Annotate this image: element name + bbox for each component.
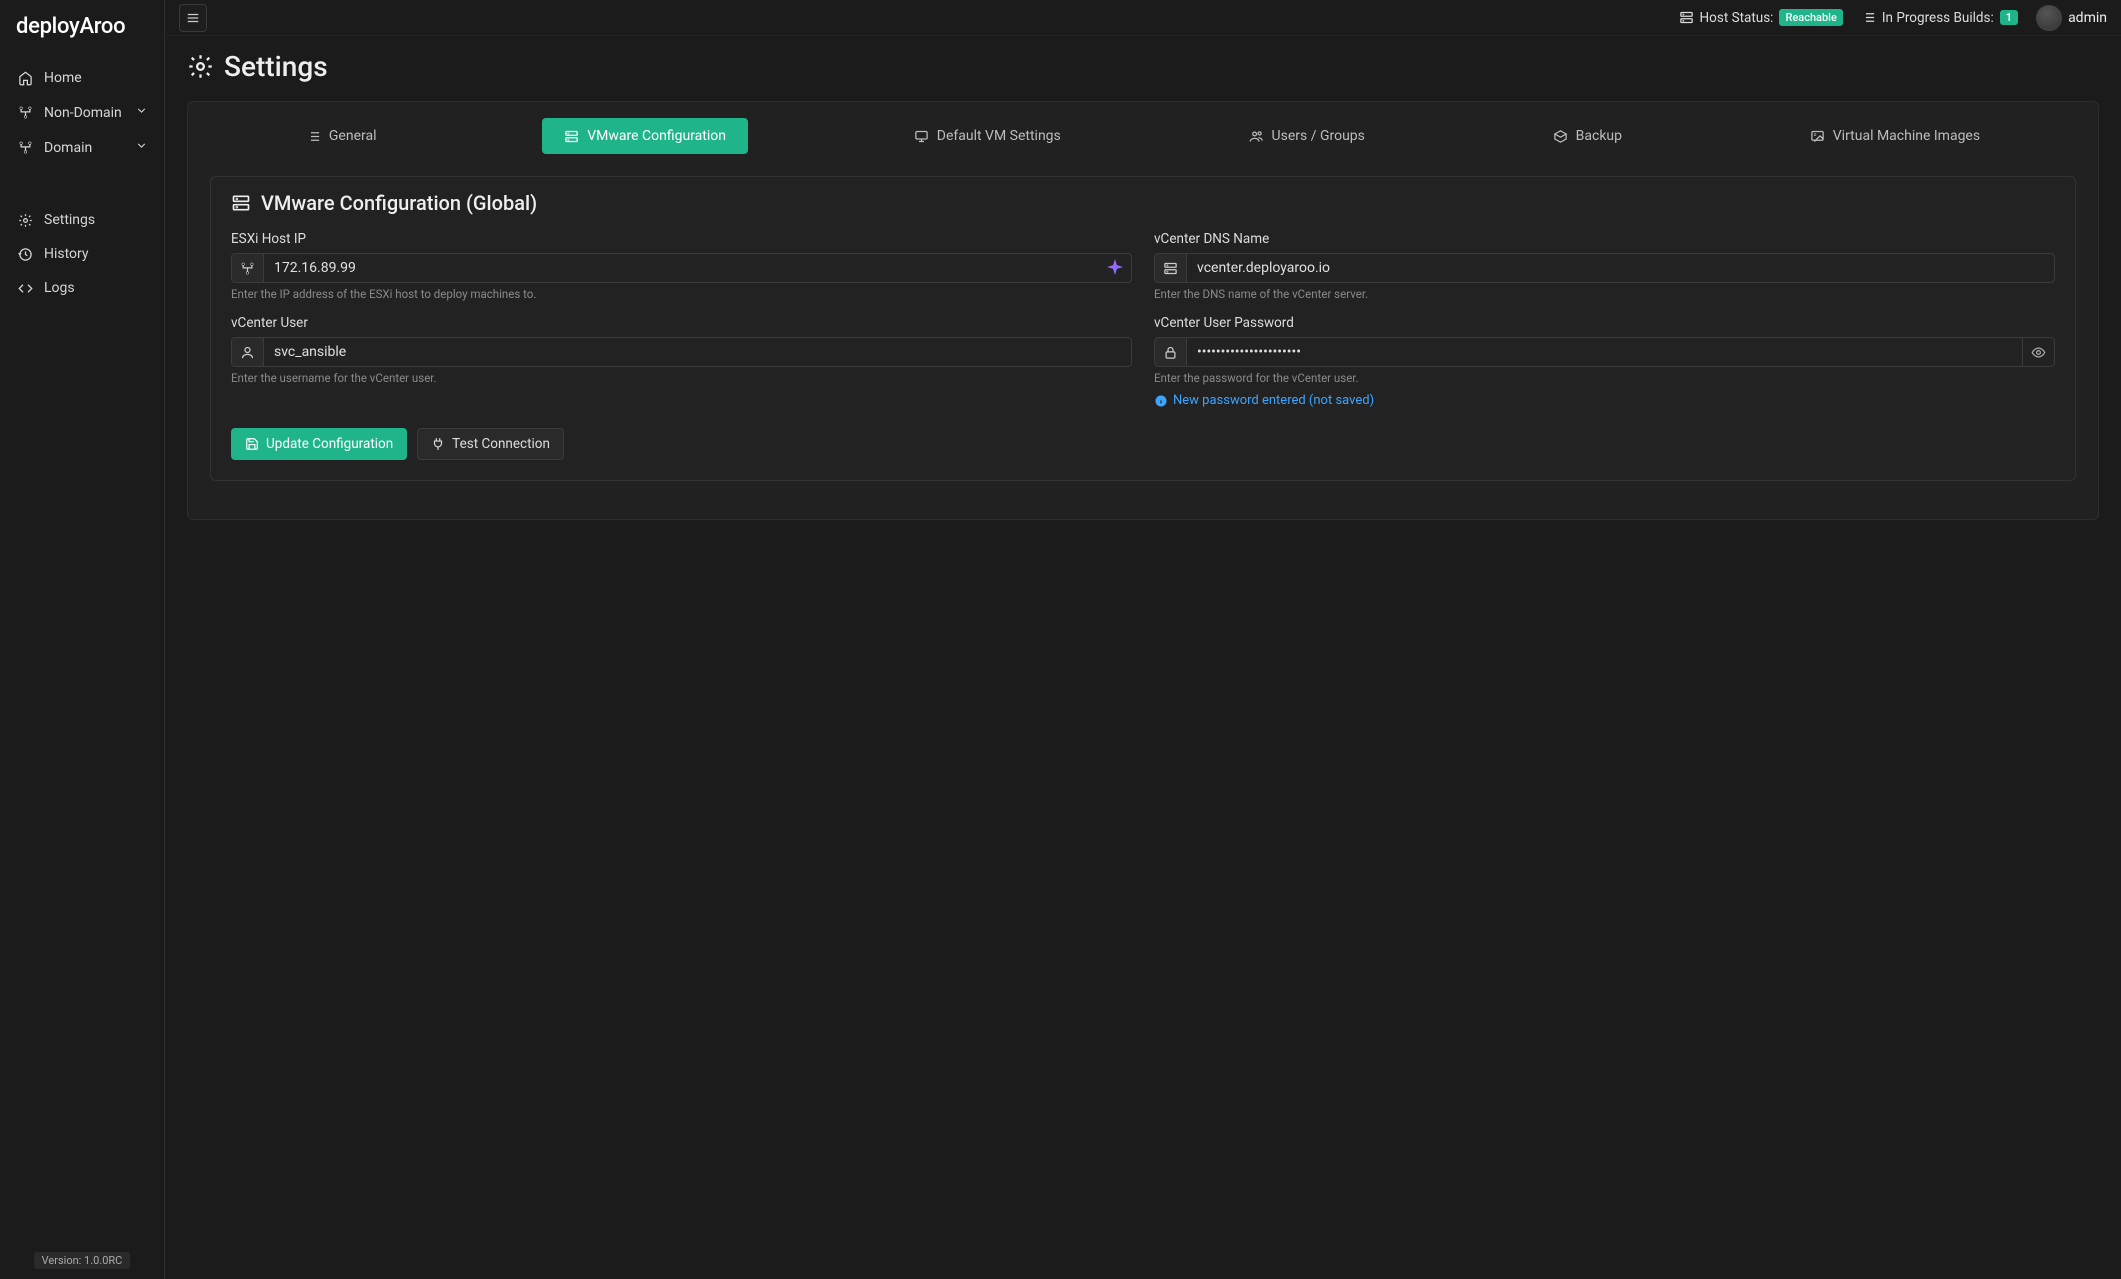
- vcenter-password-input[interactable]: [1187, 338, 2022, 366]
- history-icon: [16, 247, 34, 262]
- vcenter-user-input[interactable]: [264, 338, 1131, 366]
- field-label: vCenter User: [231, 315, 1132, 331]
- tab-default-vm-settings[interactable]: Default VM Settings: [892, 118, 1083, 154]
- tab-users-groups[interactable]: Users / Groups: [1227, 118, 1387, 154]
- toggle-password-visibility-button[interactable]: [2022, 338, 2054, 366]
- main-content: Settings General VMware Configuration De…: [165, 0, 2121, 542]
- field-label: vCenter DNS Name: [1154, 231, 2055, 247]
- gear-icon: [16, 213, 34, 228]
- server-icon: [564, 129, 579, 144]
- test-connection-button[interactable]: Test Connection: [417, 428, 564, 460]
- users-icon: [1249, 129, 1264, 144]
- server-icon: [231, 193, 251, 213]
- save-icon: [245, 437, 259, 451]
- sidebar-item-settings[interactable]: Settings: [0, 203, 164, 237]
- settings-card: General VMware Configuration Default VM …: [187, 101, 2099, 520]
- settings-tabs: General VMware Configuration Default VM …: [188, 118, 2098, 154]
- field-label: ESXi Host IP: [231, 231, 1132, 247]
- tab-label: Users / Groups: [1272, 128, 1365, 144]
- tab-vm-images[interactable]: Virtual Machine Images: [1788, 118, 2002, 154]
- brand-logo: deployAroo: [0, 0, 164, 57]
- sidebar-item-history[interactable]: History: [0, 237, 164, 271]
- page-title-text: Settings: [224, 50, 328, 83]
- gears-icon: [187, 53, 214, 80]
- host-status-badge: Reachable: [1779, 9, 1842, 26]
- sidebar-item-non-domain[interactable]: Non-Domain: [0, 95, 164, 130]
- username: admin: [2068, 10, 2107, 26]
- in-progress-builds[interactable]: In Progress Builds: 1: [1861, 10, 2018, 26]
- in-progress-count: 1: [2000, 10, 2018, 25]
- info-text: New password entered (not saved): [1173, 393, 1374, 408]
- tab-label: Backup: [1576, 128, 1622, 144]
- eye-icon: [2031, 345, 2046, 360]
- sidebar-item-label: Logs: [44, 280, 75, 296]
- list-icon: [1861, 10, 1876, 25]
- esxi-host-ip-input[interactable]: [264, 254, 1131, 282]
- tab-label: General: [329, 128, 377, 144]
- section-title: VMware Configuration (Global): [231, 191, 2055, 215]
- network-icon: [16, 140, 34, 155]
- page-title: Settings: [187, 50, 2099, 83]
- sidebar-item-label: Home: [44, 70, 82, 86]
- sidebar-item-label: Non-Domain: [44, 105, 122, 121]
- field-vcenter-dns: vCenter DNS Name Enter the DNS name of t…: [1154, 231, 2055, 301]
- button-label: Update Configuration: [266, 436, 393, 452]
- host-status-label: Host Status:: [1700, 10, 1774, 26]
- tab-label: Default VM Settings: [937, 128, 1061, 144]
- tab-general[interactable]: General: [284, 118, 399, 154]
- tab-vmware-configuration[interactable]: VMware Configuration: [542, 118, 748, 154]
- image-icon: [1810, 129, 1825, 144]
- avatar: [2036, 5, 2062, 31]
- tab-label: VMware Configuration: [587, 128, 726, 144]
- monitor-icon: [914, 129, 929, 144]
- field-esxi-host-ip: ESXi Host IP Enter the IP address of the…: [231, 231, 1132, 301]
- box-icon: [1553, 129, 1568, 144]
- field-help: Enter the password for the vCenter user.: [1154, 371, 2055, 385]
- tab-backup[interactable]: Backup: [1531, 118, 1644, 154]
- sidebar-item-label: History: [44, 246, 89, 262]
- button-label: Test Connection: [452, 436, 550, 452]
- user-menu[interactable]: admin: [2036, 5, 2107, 31]
- password-info-message: New password entered (not saved): [1154, 393, 2055, 408]
- network-icon: [16, 105, 34, 120]
- field-help: Enter the DNS name of the vCenter server…: [1154, 287, 2055, 301]
- sidebar-item-label: Domain: [44, 140, 92, 156]
- chevron-down-icon: [135, 139, 148, 156]
- field-vcenter-user: vCenter User Enter the username for the …: [231, 315, 1132, 408]
- sidebar-item-logs[interactable]: Logs: [0, 271, 164, 305]
- host-status[interactable]: Host Status: Reachable: [1679, 9, 1843, 26]
- sidebar: deployAroo Home Non-Domain Domain Settin…: [0, 0, 165, 1279]
- sidebar-toggle-button[interactable]: [179, 4, 207, 32]
- version-badge: Version: 1.0.0RC: [34, 1252, 131, 1269]
- sidebar-item-label: Settings: [44, 212, 95, 228]
- topbar: Host Status: Reachable In Progress Build…: [165, 0, 2121, 36]
- plug-icon: [431, 437, 445, 451]
- update-configuration-button[interactable]: Update Configuration: [231, 428, 407, 460]
- network-icon: [232, 254, 264, 282]
- field-help: Enter the username for the vCenter user.: [231, 371, 1132, 385]
- section-title-text: VMware Configuration (Global): [261, 191, 537, 215]
- list-icon: [306, 129, 321, 144]
- in-progress-label: In Progress Builds:: [1882, 10, 1994, 26]
- lock-icon: [1155, 338, 1187, 366]
- field-vcenter-password: vCenter User Password Enter the password…: [1154, 315, 2055, 408]
- server-icon: [1679, 10, 1694, 25]
- field-help: Enter the IP address of the ESXi host to…: [231, 287, 1132, 301]
- chevron-down-icon: [135, 104, 148, 121]
- field-label: vCenter User Password: [1154, 315, 2055, 331]
- sidebar-item-home[interactable]: Home: [0, 61, 164, 95]
- vcenter-dns-input[interactable]: [1187, 254, 2054, 282]
- vmware-config-section: VMware Configuration (Global) ESXi Host …: [210, 176, 2076, 481]
- menu-icon: [186, 11, 200, 25]
- user-icon: [232, 338, 264, 366]
- server-icon: [1155, 254, 1187, 282]
- info-icon: [1154, 394, 1168, 408]
- tab-label: Virtual Machine Images: [1833, 128, 1980, 144]
- code-icon: [16, 281, 34, 296]
- home-icon: [16, 71, 34, 86]
- sidebar-item-domain[interactable]: Domain: [0, 130, 164, 165]
